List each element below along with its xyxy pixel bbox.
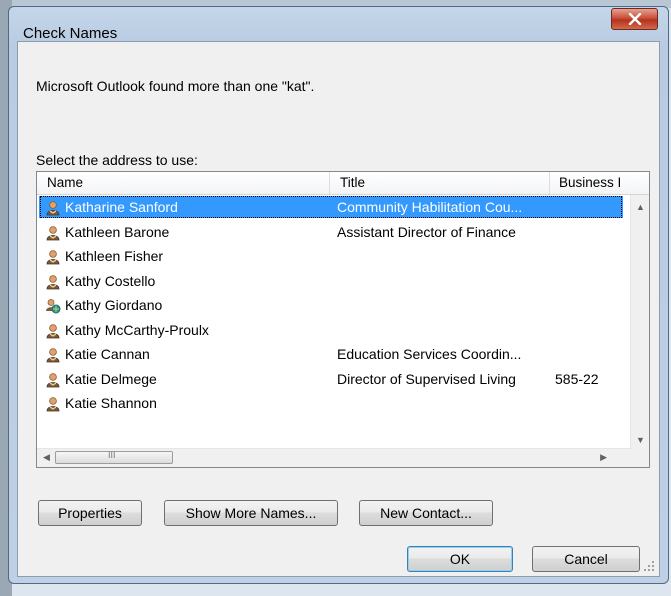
person-icon xyxy=(45,200,61,216)
row-title xyxy=(329,245,549,267)
vertical-scrollbar[interactable]: ▲ ▼ xyxy=(630,195,649,451)
row-business xyxy=(549,392,623,414)
row-name: Katie Cannan xyxy=(65,346,150,362)
horizontal-scroll-thumb[interactable]: III xyxy=(55,450,173,464)
dialog-body: Microsoft Outlook found more than one "k… xyxy=(17,41,660,577)
person-icon xyxy=(45,249,61,265)
row-name: Kathy Giordano xyxy=(65,297,163,313)
check-names-dialog: Check Names Microsoft Outlook found more… xyxy=(8,6,669,584)
row-business xyxy=(549,343,623,365)
row-business xyxy=(549,294,623,316)
contact-globe-icon xyxy=(45,298,61,314)
row-business xyxy=(549,270,623,292)
scroll-down-icon[interactable]: ▼ xyxy=(636,435,645,445)
row-title xyxy=(329,270,549,292)
row-title xyxy=(329,392,549,414)
row-name: Katie Delmege xyxy=(65,370,157,387)
column-header-name[interactable]: Name xyxy=(47,175,83,190)
horizontal-scrollbar[interactable]: ◀ III ▶ xyxy=(37,448,633,467)
close-button[interactable] xyxy=(611,8,658,30)
row-business xyxy=(549,319,623,341)
list-row[interactable]: Katie Shannon xyxy=(39,392,623,416)
column-divider[interactable] xyxy=(329,172,330,194)
row-name: Kathleen Barone xyxy=(65,223,170,240)
list-row[interactable]: Kathleen Fisher xyxy=(39,245,623,269)
person-icon xyxy=(45,347,61,363)
list-row[interactable]: Kathleen Barone Assistant Director of Fin… xyxy=(39,221,623,245)
row-business xyxy=(549,196,623,218)
show-more-names-button[interactable]: Show More Names... xyxy=(164,500,338,526)
row-name: Kathy McCarthy-Proulx xyxy=(65,321,209,338)
person-icon xyxy=(45,274,61,290)
row-name: Katharine Sanford xyxy=(39,196,329,218)
ok-button[interactable]: OK xyxy=(407,546,513,572)
list-header: Name Title Business I xyxy=(37,172,649,195)
resize-grip-icon[interactable] xyxy=(643,560,655,572)
new-contact-button[interactable]: New Contact... xyxy=(359,500,493,526)
row-title: Director of Supervised Living xyxy=(337,370,516,387)
scroll-up-icon[interactable]: ▲ xyxy=(636,202,645,212)
column-header-title[interactable]: Title xyxy=(340,175,365,190)
thumb-grip: III xyxy=(108,450,116,460)
row-business xyxy=(549,221,623,243)
list-row[interactable]: Kathy Costello xyxy=(39,270,623,294)
message-text: Microsoft Outlook found more than one "k… xyxy=(36,78,315,94)
list-row[interactable]: Katie Delmege Director of Supervised Livi… xyxy=(39,368,623,392)
scroll-right-icon[interactable]: ▶ xyxy=(600,452,607,463)
list-row[interactable]: Kathy McCarthy-Proulx xyxy=(39,319,623,343)
row-title xyxy=(329,294,549,316)
select-address-label: Select the address to use: xyxy=(36,152,198,168)
row-title: Assistant Director of Finance xyxy=(337,223,516,240)
list-row[interactable]: Katharine Sanford Community Habilitation … xyxy=(39,196,623,220)
column-divider[interactable] xyxy=(549,172,550,194)
dialog-title: Check Names xyxy=(23,25,118,42)
row-business xyxy=(549,245,623,267)
cancel-button[interactable]: Cancel xyxy=(532,546,640,572)
row-title xyxy=(329,319,549,341)
scrollbar-corner xyxy=(631,449,649,467)
address-list[interactable]: Name Title Business I Katharine Sanford C… xyxy=(36,171,650,468)
person-icon xyxy=(45,225,61,241)
row-name: Kathy Costello xyxy=(65,272,156,289)
list-row[interactable]: Katie Cannan Education Services Coordin..… xyxy=(39,343,623,367)
row-title: Education Services Coordin... xyxy=(337,346,522,362)
row-business: 585-22 xyxy=(555,370,599,387)
column-header-business[interactable]: Business I xyxy=(559,175,621,190)
row-title: Community Habilitation Cou... xyxy=(329,196,549,218)
properties-button[interactable]: Properties xyxy=(38,500,142,526)
close-icon xyxy=(628,13,641,25)
person-icon xyxy=(45,396,61,412)
person-icon xyxy=(45,323,61,339)
row-name: Katie Shannon xyxy=(65,395,157,411)
list-row[interactable]: Kathy Giordano xyxy=(39,294,623,318)
scroll-left-icon[interactable]: ◀ xyxy=(43,452,50,463)
row-name: Kathleen Fisher xyxy=(65,248,164,264)
person-icon xyxy=(45,372,61,388)
